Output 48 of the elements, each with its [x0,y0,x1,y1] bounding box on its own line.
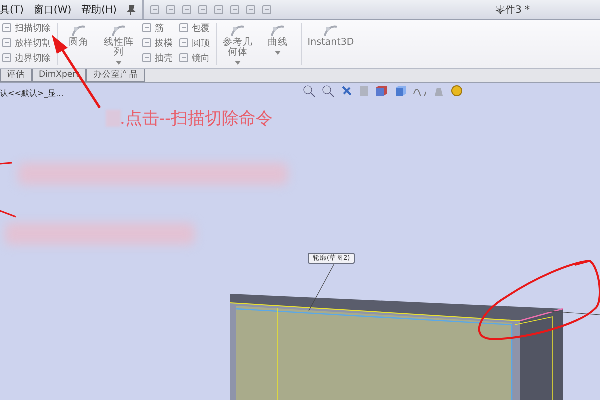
caret-icon[interactable] [235,61,241,65]
leader-line [542,310,600,316]
feature-icon [2,23,12,33]
feature-icon [142,38,152,48]
ribbon-command[interactable]: 边界切除 [2,52,51,64]
feature-icon [142,53,152,63]
view-orientation-icon[interactable] [375,85,389,97]
feature-icon [323,24,339,38]
feature-icon [2,53,12,63]
ribbon-command[interactable]: 参考几何体 [221,22,255,58]
ribbon-command[interactable]: 圆顶 [179,37,210,49]
leader-line [308,262,336,312]
step-instruction: .点击--扫描切除命令 [120,108,273,130]
zoom-area-icon[interactable] [322,85,335,97]
ribbon-command[interactable]: 圆角 [62,22,96,48]
caret-icon[interactable] [116,61,122,65]
caret-icon[interactable] [275,51,281,55]
window-title: 零件3 * [495,4,530,16]
ribbon-command[interactable]: 拔模 [142,37,173,49]
ribbon-command[interactable]: 线性阵列 [102,22,136,58]
ribbon-command[interactable]: 镜向 [179,52,210,64]
ribbon-command[interactable]: 扫描切除 [2,22,51,34]
ribbon-command[interactable]: 包覆 [179,22,210,34]
ribbon-command[interactable]: 放样切割 [2,37,51,49]
pin-icon[interactable] [126,4,136,14]
display-style-icon[interactable] [395,85,407,97]
zoom-fit-icon[interactable] [303,85,316,97]
ribbon-command[interactable]: 曲线 [261,22,295,48]
feature-icon [111,24,127,38]
command-tab[interactable]: 办公室产品 [86,69,146,82]
ribbon-command[interactable]: Instant3D [306,22,356,48]
feature-icon [179,38,189,48]
ribbon-command[interactable]: 筋 [142,22,173,34]
feature-icon [179,23,189,33]
command-tab[interactable]: 评估 [0,69,32,82]
feature-icon [230,24,246,38]
feature-icon [71,24,87,38]
menu-item[interactable]: 具(T) [0,2,24,16]
menu-item[interactable]: 窗口(W) [34,2,72,16]
scene-icon[interactable] [451,85,463,97]
menu-item[interactable]: 帮助(H) [82,2,117,16]
annotation-stroke [0,162,17,218]
feature-icon [142,23,152,33]
feature-icon [270,24,286,38]
feature-icon [179,53,189,63]
feature-icon [2,38,12,48]
feature-tree-text: 认<<默认>_显... [0,88,64,99]
ribbon-command[interactable]: 抽壳 [142,52,173,64]
